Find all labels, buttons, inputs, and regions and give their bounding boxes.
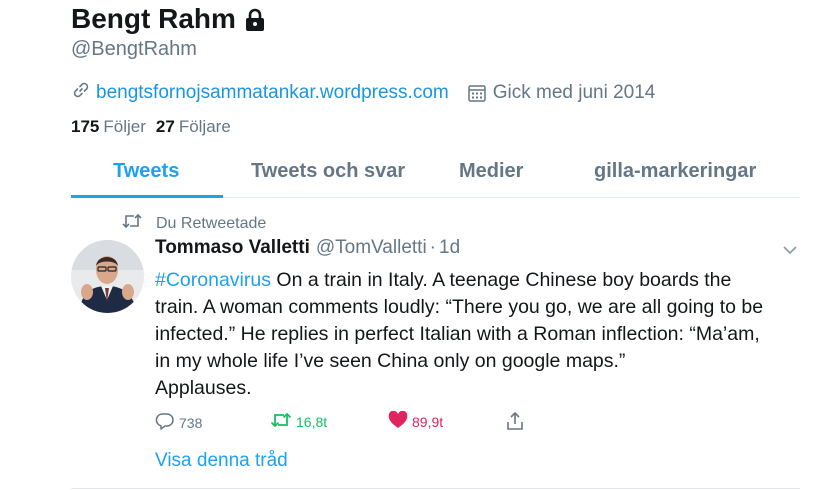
show-thread-link[interactable]: Visa denna tråd xyxy=(155,450,288,472)
retweet-notice-text: Du Retweetade xyxy=(156,214,267,232)
joined-date: Gick med juni 2014 xyxy=(492,82,656,103)
profile-name: Bengt Rahm xyxy=(71,3,266,35)
profile-tabs: Tweets Tweets och svar Medier gilla-mark… xyxy=(71,150,800,198)
divider xyxy=(71,488,800,489)
retweet-button[interactable]: 16,8t xyxy=(270,411,327,432)
following-count: 175 xyxy=(71,117,100,136)
followers-stat[interactable]: 27 Följare xyxy=(156,117,231,137)
tweet-line: infected.” He replies in perfect Italian… xyxy=(155,323,760,345)
reply-button[interactable]: 738 xyxy=(155,411,202,434)
retweet-icon xyxy=(122,213,142,234)
hashtag-link[interactable]: #Coronavirus xyxy=(155,269,271,291)
tweet-line: in my whole life I’ve seen China only on… xyxy=(155,350,626,372)
share-icon xyxy=(505,411,525,434)
profile-handle: @BengtRahm xyxy=(71,38,197,60)
followers-label: Följare xyxy=(178,117,231,136)
tweet-text: #Coronavirus On a train in Italy. A teen… xyxy=(155,267,815,402)
tab-media[interactable]: Medier xyxy=(459,160,523,183)
tab-likes[interactable]: gilla-markeringar xyxy=(594,160,756,183)
reply-icon xyxy=(155,411,175,434)
calendar-icon xyxy=(467,83,487,103)
tweet-line-text: On a train in Italy. A teenage Chinese b… xyxy=(270,269,732,291)
profile-name-text: Bengt Rahm xyxy=(71,3,236,34)
tab-tweets-and-replies[interactable]: Tweets och svar xyxy=(251,160,405,183)
tweet-header: Tommaso Valletti @TomValletti · 1d xyxy=(155,237,460,259)
website-link[interactable]: bengtsfornojsammatankar.wordpress.com xyxy=(96,82,449,104)
tweet-line: #Coronavirus On a train in Italy. A teen… xyxy=(155,267,815,294)
following-stat[interactable]: 175 Följer xyxy=(71,117,146,137)
tweet-line: train. A woman comments loudly: “There y… xyxy=(155,296,764,318)
avatar[interactable] xyxy=(71,240,144,313)
following-label: Följer xyxy=(103,117,146,136)
retweet-icon xyxy=(270,411,292,432)
retweet-count: 16,8t xyxy=(296,413,328,430)
reply-count: 738 xyxy=(179,414,203,431)
heart-icon xyxy=(388,410,408,432)
like-button[interactable]: 89,9t xyxy=(388,410,444,432)
tweet-time[interactable]: 1d xyxy=(439,237,460,259)
active-tab-indicator xyxy=(71,195,223,198)
tweet-line: Applauses. xyxy=(155,377,252,399)
like-count: 89,9t xyxy=(412,413,444,430)
author-handle[interactable]: @TomValletti xyxy=(316,237,427,259)
follow-stats: 175 Följer 27 Följare xyxy=(71,117,231,137)
separator-dot: · xyxy=(429,237,436,258)
tweet-actions: 738 16,8t 89,9t xyxy=(155,410,535,435)
retweet-notice: Du Retweetade xyxy=(122,213,266,234)
followers-count: 27 xyxy=(155,117,175,136)
lock-icon xyxy=(244,7,266,31)
profile-meta: bengtsfornojsammatankar.wordpress.com Gi… xyxy=(71,80,655,106)
tab-tweets[interactable]: Tweets xyxy=(113,160,179,183)
chevron-down-icon[interactable] xyxy=(782,243,798,261)
share-button[interactable] xyxy=(505,411,525,434)
author-name[interactable]: Tommaso Valletti xyxy=(155,237,310,259)
link-icon xyxy=(71,80,91,106)
